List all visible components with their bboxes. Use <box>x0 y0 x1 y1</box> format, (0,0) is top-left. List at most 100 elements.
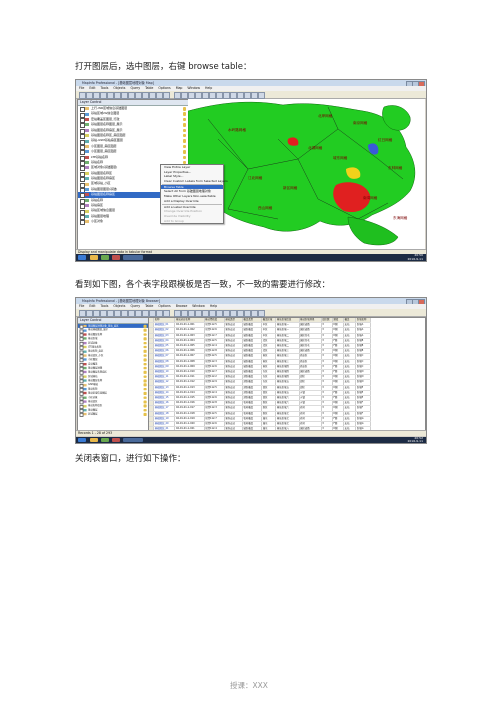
pencil-icon[interactable] <box>143 341 147 345</box>
pencil-icon[interactable] <box>143 392 147 395</box>
toolbar-button[interactable] <box>209 92 216 99</box>
toolbar-button[interactable] <box>100 310 107 317</box>
pencil-icon[interactable] <box>143 324 147 328</box>
toolbar-button[interactable] <box>114 92 121 99</box>
menu-item[interactable]: Table <box>145 304 153 308</box>
toolbar-button[interactable] <box>135 92 142 99</box>
toolbar-button[interactable] <box>128 310 135 317</box>
pencil-icon[interactable] <box>143 328 147 332</box>
pencil-icon[interactable] <box>182 150 186 154</box>
pencil-icon[interactable] <box>182 155 186 160</box>
toolbar-button[interactable] <box>163 310 170 317</box>
pencil-icon[interactable] <box>182 123 186 127</box>
toolbar-button[interactable] <box>195 310 202 317</box>
pencil-icon[interactable] <box>182 117 186 122</box>
context-menu-item[interactable]: Clear Custom Labels from Selected Layers <box>161 179 228 184</box>
toolbar-button[interactable] <box>174 92 181 99</box>
menu-item[interactable]: Tools <box>101 86 109 90</box>
context-menu-item[interactable]: Add a Display Override <box>161 199 223 204</box>
taskbar-app-icon[interactable] <box>101 438 109 442</box>
menu-item[interactable]: Objects <box>113 304 125 308</box>
menu-item[interactable]: Query <box>130 304 140 308</box>
layer-item[interactable]: 区域图层 <box>78 412 148 418</box>
toolbar-button[interactable] <box>135 310 142 317</box>
menu-item[interactable]: Objects <box>113 86 125 90</box>
taskbar-app-icon[interactable] <box>112 255 120 260</box>
toolbar-button[interactable] <box>86 92 93 99</box>
taskbar-app-icon[interactable] <box>101 255 109 260</box>
pencil-icon[interactable] <box>143 354 147 357</box>
pencil-icon[interactable] <box>182 144 186 149</box>
pencil-icon[interactable] <box>143 379 147 383</box>
toolbar-button[interactable] <box>258 92 265 99</box>
menu-item[interactable]: File <box>79 304 84 308</box>
pencil-icon[interactable] <box>182 133 186 138</box>
toolbar-button[interactable] <box>237 310 244 317</box>
toolbar-button[interactable] <box>121 92 128 99</box>
toolbar-button[interactable] <box>156 92 163 99</box>
pencil-icon[interactable] <box>143 396 147 399</box>
toolbar-button[interactable] <box>142 92 149 99</box>
pencil-icon[interactable] <box>143 358 147 362</box>
taskbar-app-icon[interactable] <box>90 438 98 442</box>
taskbar-window-button[interactable] <box>123 438 143 442</box>
toolbar-button[interactable] <box>216 310 223 317</box>
toolbar-button[interactable] <box>258 310 265 317</box>
toolbar-button[interactable] <box>230 310 237 317</box>
browser-table[interactable]: 名称 基站对应名称 基站经纬度 基站类型 覆盖类型 覆盖区域 基站区域信息 基站区域场景 扇区数… <box>148 317 426 432</box>
toolbar-button[interactable] <box>79 92 86 99</box>
menu-item[interactable]: Browse <box>176 304 188 308</box>
pencil-icon[interactable] <box>182 128 186 133</box>
pencil-icon[interactable] <box>143 375 147 378</box>
toolbar-button[interactable] <box>181 310 188 317</box>
context-menu-item[interactable]: Make Other Layers Non-selectable <box>161 194 223 199</box>
toolbar-button[interactable] <box>128 92 135 99</box>
pencil-icon[interactable] <box>143 413 147 416</box>
toolbar-button[interactable] <box>163 92 170 99</box>
pencil-icon[interactable] <box>182 107 186 111</box>
taskbar-app-icon[interactable] <box>90 255 98 260</box>
menu-item[interactable]: Window <box>187 86 200 90</box>
toolbar-button[interactable] <box>107 310 114 317</box>
toolbar-button[interactable] <box>244 310 251 317</box>
pencil-icon[interactable] <box>143 337 147 341</box>
toolbar-button[interactable] <box>114 310 121 317</box>
toolbar-button[interactable] <box>149 310 156 317</box>
taskbar-app-icon[interactable] <box>112 438 120 442</box>
pencil-icon[interactable] <box>143 362 147 366</box>
toolbar-button[interactable] <box>202 310 209 317</box>
menu-item[interactable]: Help <box>205 86 212 90</box>
toolbar-button[interactable] <box>251 310 258 317</box>
menu-item[interactable]: Options <box>158 86 170 90</box>
start-button[interactable] <box>78 438 86 442</box>
toolbar-button[interactable] <box>202 92 209 99</box>
pencil-icon[interactable] <box>143 350 147 353</box>
toolbar-button[interactable] <box>79 310 86 317</box>
menu-item[interactable]: Options <box>158 304 170 308</box>
menu-item[interactable]: Edit <box>89 304 95 308</box>
toolbar-button[interactable] <box>223 92 230 99</box>
menu-item[interactable]: Help <box>210 304 217 308</box>
pencil-icon[interactable] <box>143 333 147 336</box>
toolbar-button[interactable] <box>156 310 163 317</box>
toolbar-button[interactable] <box>93 92 100 99</box>
toolbar-button[interactable] <box>188 92 195 99</box>
toolbar-button[interactable] <box>195 92 202 99</box>
toolbar-button[interactable] <box>86 310 93 317</box>
menu-item[interactable]: File <box>79 86 84 90</box>
pencil-icon[interactable] <box>143 383 147 387</box>
pencil-icon[interactable] <box>182 139 186 143</box>
pencil-icon[interactable] <box>182 112 186 116</box>
pencil-icon[interactable] <box>143 404 147 408</box>
toolbar-button[interactable] <box>188 310 195 317</box>
pencil-icon[interactable] <box>143 345 147 349</box>
pencil-icon[interactable] <box>143 387 147 391</box>
menu-item[interactable]: Table <box>145 86 153 90</box>
toolbar-button[interactable] <box>244 92 251 99</box>
pencil-icon[interactable] <box>143 366 147 370</box>
toolbar-button[interactable] <box>107 92 114 99</box>
toolbar-button[interactable] <box>251 92 258 99</box>
pencil-icon[interactable] <box>143 371 147 374</box>
toolbar-button[interactable] <box>181 92 188 99</box>
toolbar-button[interactable] <box>93 310 100 317</box>
